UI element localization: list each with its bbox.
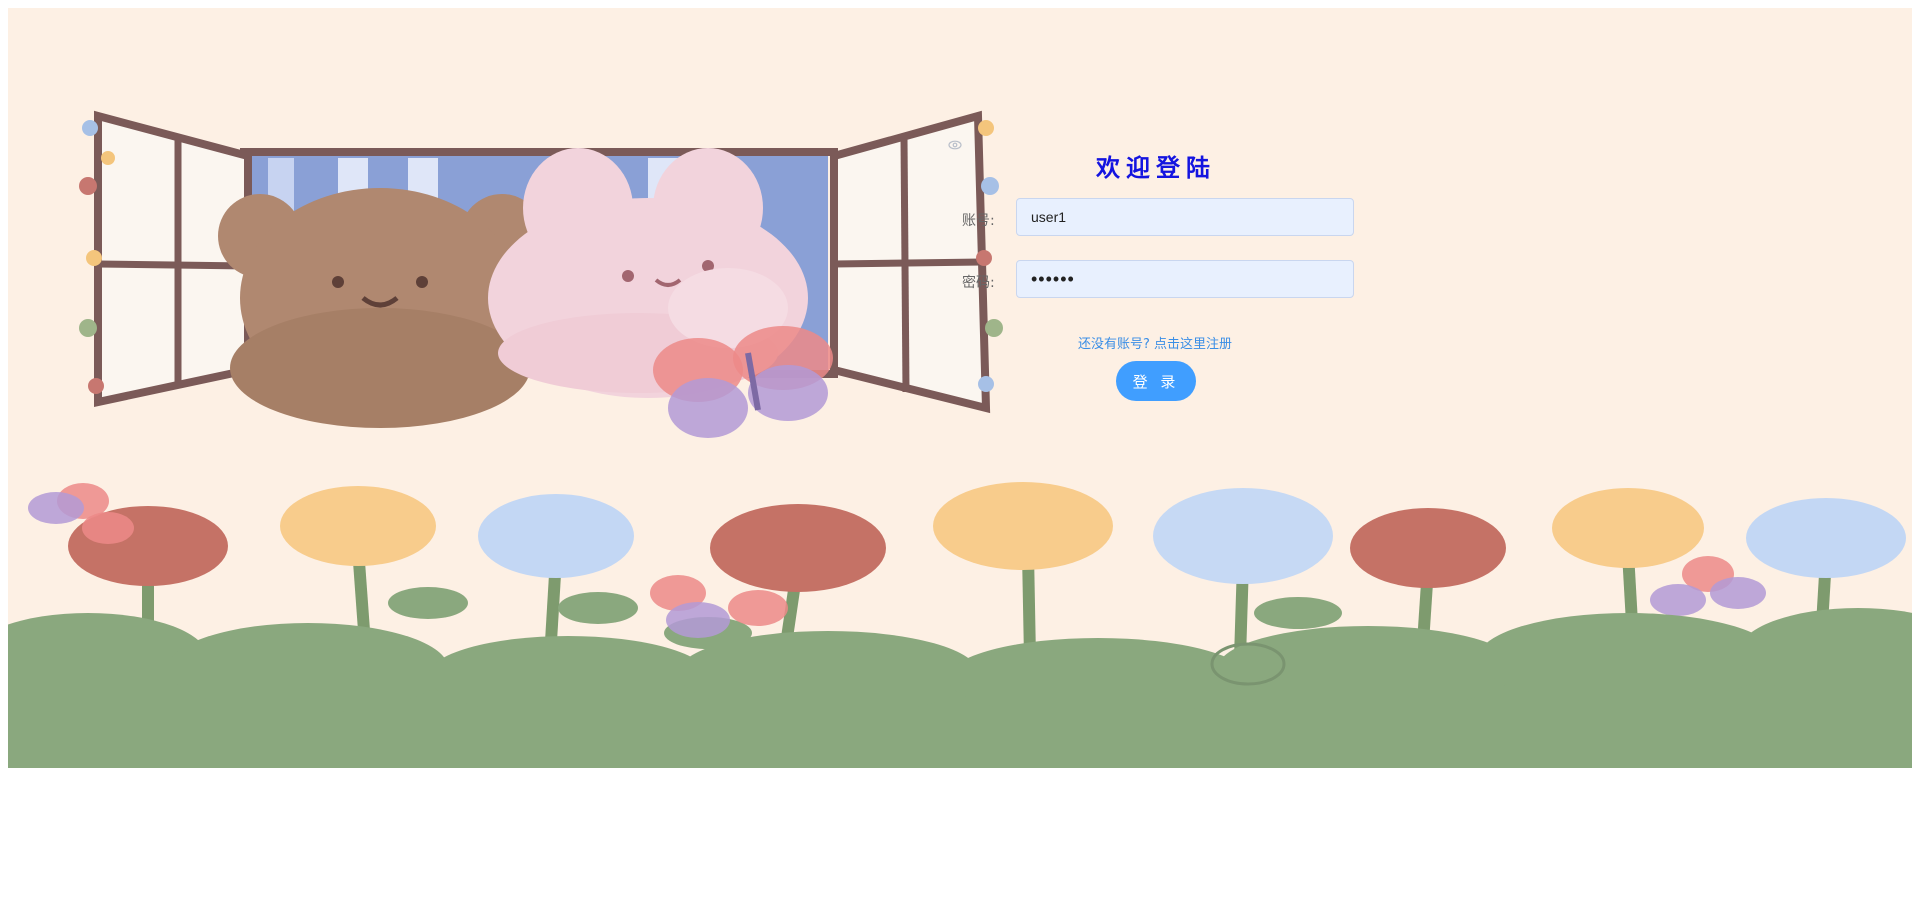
login-background: 欢迎登陆 账号: 密码: 还没有账号? 点击这里注册 登 录 (8, 8, 1912, 768)
password-input[interactable] (1016, 260, 1354, 298)
login-form: 欢迎登陆 账号: 密码: 还没有账号? 点击这里注册 登 录 (948, 138, 1368, 418)
page-title: 欢迎登陆 (1096, 154, 1216, 182)
login-button[interactable]: 登 录 (1116, 361, 1196, 401)
password-label: 密码: (962, 275, 995, 291)
butterfly-illustration (653, 326, 833, 438)
account-label: 账号: (962, 213, 995, 229)
butterfly-right (1650, 556, 1766, 616)
register-link[interactable]: 还没有账号? 点击这里注册 (1078, 333, 1232, 352)
grass-hedge (8, 608, 1912, 768)
eye-icon[interactable] (948, 138, 962, 152)
account-input[interactable] (1016, 198, 1354, 236)
